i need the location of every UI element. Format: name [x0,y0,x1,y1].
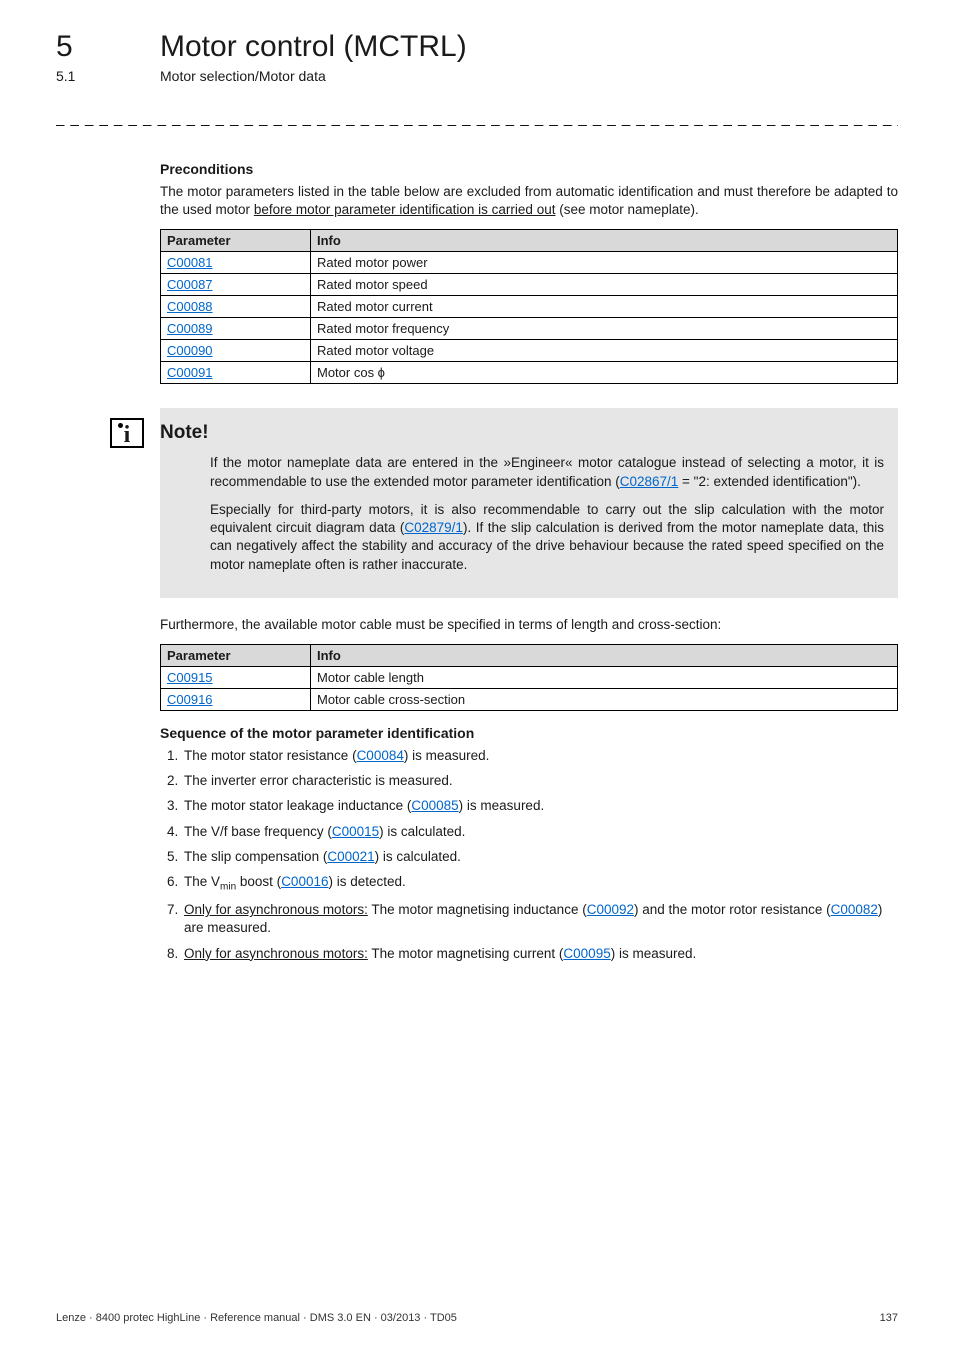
param-link[interactable]: C00090 [167,343,213,358]
param-info: Rated motor current [311,296,898,318]
param-link[interactable]: C00092 [587,902,634,917]
text: ) and the motor rotor resistance ( [634,902,831,917]
list-item: The slip compensation (C00021) is calcul… [182,848,898,866]
table-row: C00089 Rated motor frequency [161,318,898,340]
text: The V/f base frequency ( [184,824,332,839]
sequence-heading: Sequence of the motor parameter identifi… [160,725,898,741]
table-row: C00081 Rated motor power [161,252,898,274]
param-link[interactable]: C00021 [327,849,374,864]
text: boost ( [236,874,281,889]
param-link[interactable]: C00915 [167,670,213,685]
page-footer: Lenze · 8400 protec HighLine · Reference… [56,1312,898,1324]
note-title: Note! [160,422,209,444]
param-info: Rated motor power [311,252,898,274]
table-row: C00916 Motor cable cross-section [161,688,898,710]
param-link[interactable]: C00085 [411,798,458,813]
text: ) is measured. [404,748,490,763]
param-info: Rated motor speed [311,274,898,296]
cable-intro: Furthermore, the available motor cable m… [160,616,898,634]
param-link[interactable]: C00082 [831,902,878,917]
footer-text: Lenze · 8400 protec HighLine · Reference… [56,1312,457,1324]
page-number: 137 [880,1312,898,1324]
cable-table: Parameter Info C00915Motor cable length … [160,644,898,711]
param-link[interactable]: C00916 [167,692,213,707]
text-underline: Only for asynchronous motors: [184,946,368,961]
note-paragraph: Especially for third-party motors, it is… [210,501,884,574]
text: The slip compensation ( [184,849,327,864]
text: The motor stator resistance ( [184,748,357,763]
col-info: Info [311,644,898,666]
info-icon: i [110,418,144,448]
param-link[interactable]: C00087 [167,277,213,292]
text: ) is measured. [459,798,545,813]
list-item: The inverter error characteristic is mea… [182,772,898,790]
table-header-row: Parameter Info [161,644,898,666]
param-link[interactable]: C00095 [563,946,610,961]
text: The motor magnetising current ( [368,946,564,961]
table-row: C00088 Rated motor current [161,296,898,318]
preconditions-table: Parameter Info C00081 Rated motor power C… [160,229,898,384]
section-title: Motor selection/Motor data [160,68,326,84]
text: = "2: extended identification"). [678,474,861,489]
text: ) is detected. [328,874,405,889]
param-info: Motor cos ϕ [311,362,898,384]
note-box: i Note! If the motor nameplate data are … [160,408,898,597]
list-item: The Vmin boost (C00016) is detected. [182,873,898,894]
table-row: C00091 Motor cos ϕ [161,362,898,384]
preconditions-text: The motor parameters listed in the table… [160,183,898,219]
subscript: min [220,882,236,893]
table-row: C00090 Rated motor voltage [161,340,898,362]
preconditions-heading: Preconditions [160,161,898,177]
note-paragraph: If the motor nameplate data are entered … [210,454,884,490]
param-info: Motor cable cross-section [311,688,898,710]
param-link[interactable]: C00016 [281,874,328,889]
list-item: The V/f base frequency (C00015) is calcu… [182,823,898,841]
list-item: Only for asynchronous motors: The motor … [182,945,898,963]
param-info: Rated motor frequency [311,318,898,340]
divider: _ _ _ _ _ _ _ _ _ _ _ _ _ _ _ _ _ _ _ _ … [56,110,898,127]
param-link[interactable]: C02879/1 [404,520,463,535]
param-info: Motor cable length [311,666,898,688]
table-row: C00087 Rated motor speed [161,274,898,296]
param-link[interactable]: C00088 [167,299,213,314]
list-item: The motor stator leakage inductance (C00… [182,797,898,815]
text: The motor magnetising inductance ( [368,902,587,917]
param-link[interactable]: C00091 [167,365,213,380]
chapter-number: 5 [56,30,116,64]
text: ) is calculated. [379,824,465,839]
param-link[interactable]: C00089 [167,321,213,336]
text: The motor stator leakage inductance ( [184,798,411,813]
list-item: The motor stator resistance (C00084) is … [182,747,898,765]
param-link[interactable]: C00015 [332,824,379,839]
sequence-list: The motor stator resistance (C00084) is … [160,747,898,963]
section-number: 5.1 [56,68,116,84]
text: The V [184,874,220,889]
table-row: C00915 Motor cable length [161,666,898,688]
list-item: Only for asynchronous motors: The motor … [182,901,898,937]
col-parameter: Parameter [161,644,311,666]
param-link[interactable]: C02867/1 [620,474,679,489]
text-underline: Only for asynchronous motors: [184,902,368,917]
text: ) is calculated. [375,849,461,864]
text-underline: before motor parameter identification is… [254,202,556,217]
param-link[interactable]: C00084 [357,748,404,763]
section-header: 5.1 Motor selection/Motor data [56,68,898,84]
chapter-title: Motor control (MCTRL) [160,30,467,64]
param-link[interactable]: C00081 [167,255,213,270]
chapter-header: 5 Motor control (MCTRL) [56,30,898,64]
text: (see motor nameplate). [555,202,698,217]
col-info: Info [311,230,898,252]
col-parameter: Parameter [161,230,311,252]
param-info: Rated motor voltage [311,340,898,362]
text: ) is measured. [611,946,697,961]
table-header-row: Parameter Info [161,230,898,252]
